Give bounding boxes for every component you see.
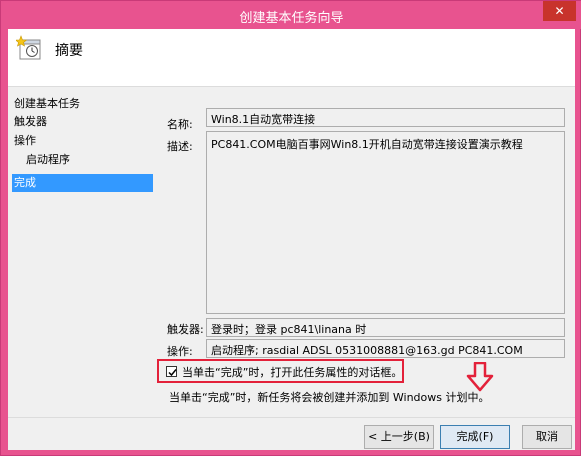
- name-label: 名称:: [167, 118, 193, 131]
- trigger-label: 触发器:: [167, 323, 204, 336]
- checkmark-icon: [168, 369, 177, 377]
- cancel-button[interactable]: 取消: [522, 425, 572, 449]
- footer-divider: [8, 417, 575, 418]
- action-label: 操作:: [167, 345, 193, 358]
- nav-step-trigger[interactable]: 触发器: [12, 113, 153, 131]
- description-field[interactable]: PC841.COM电脑百事网Win8.1开机自动宽带连接设置演示教程: [206, 131, 565, 314]
- task-scheduler-icon: [16, 35, 41, 60]
- down-arrow-annotation-icon: [466, 362, 494, 392]
- name-field[interactable]: Win8.1自动宽带连接: [206, 108, 565, 127]
- wizard-window: 创建基本任务向导 ✕ 摘要 创建基本任务 触发器 操作 启动程序 完成 名称: …: [0, 0, 581, 456]
- nav-step-start-program[interactable]: 启动程序: [12, 151, 153, 169]
- description-label: 描述:: [167, 140, 193, 153]
- action-field[interactable]: 启动程序; rasdial ADSL 0531008881@163.gd PC8…: [206, 339, 565, 358]
- trigger-field[interactable]: 登录时；登录 pc841\linana 时: [206, 318, 565, 337]
- wizard-header: 摘要: [8, 29, 575, 87]
- close-button[interactable]: ✕: [543, 1, 576, 21]
- nav-step-finish[interactable]: 完成: [12, 174, 153, 192]
- open-properties-label[interactable]: 当单击“完成”时，打开此任务属性的对话框。: [182, 364, 402, 380]
- back-button[interactable]: < 上一步(B): [364, 425, 434, 449]
- nav-step-create-basic-task[interactable]: 创建基本任务: [12, 95, 153, 113]
- page-title: 摘要: [55, 43, 83, 59]
- open-properties-highlight: 当单击“完成”时，打开此任务属性的对话框。: [157, 359, 404, 383]
- nav-step-action[interactable]: 操作: [12, 132, 153, 150]
- finish-note: 当单击“完成”时，新任务将会被创建并添加到 Windows 计划中。: [169, 391, 490, 404]
- title-bar[interactable]: 创建基本任务向导 ✕: [1, 1, 581, 29]
- window-title: 创建基本任务向导: [239, 11, 344, 26]
- finish-button[interactable]: 完成(F): [440, 425, 510, 449]
- wizard-steps-nav: 创建基本任务 触发器 操作 启动程序 完成: [8, 87, 158, 387]
- open-properties-checkbox[interactable]: [166, 366, 177, 377]
